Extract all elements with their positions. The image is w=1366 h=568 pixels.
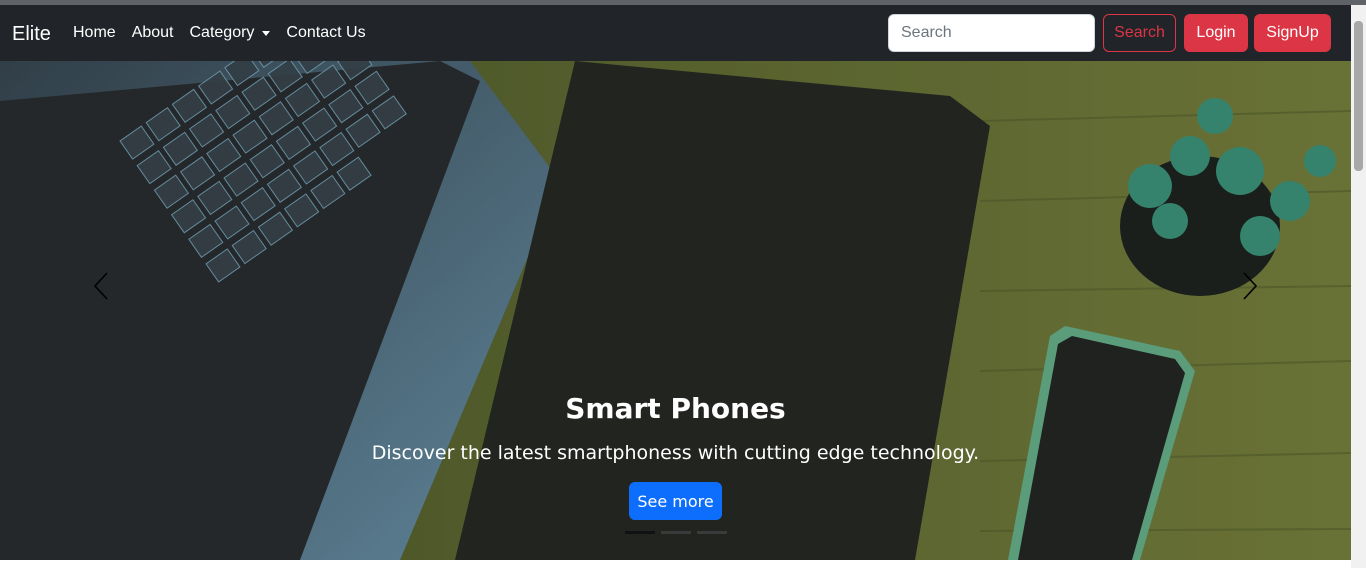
- see-more-button[interactable]: See more: [629, 482, 722, 520]
- chevron-right-icon: [1243, 272, 1258, 300]
- hero-carousel: Smart Phones Discover the latest smartph…: [0, 61, 1351, 560]
- caret-down-icon: [262, 30, 271, 36]
- brand-logo[interactable]: Elite: [12, 21, 51, 47]
- page-content-start: [0, 560, 1351, 568]
- caption-text: Discover the latest smartphoness with cu…: [371, 442, 980, 464]
- caption-title: Smart Phones: [565, 392, 786, 425]
- nav-link-contact[interactable]: Contact Us: [278, 23, 373, 43]
- nav-link-about[interactable]: About: [124, 23, 182, 43]
- nav-link-home[interactable]: Home: [65, 23, 124, 43]
- search-input[interactable]: [888, 14, 1095, 52]
- page-scrollbar[interactable]: [1351, 5, 1366, 568]
- carousel-caption: Smart Phones Discover the latest smartph…: [0, 389, 1351, 467]
- nav-dropdown-category-label: Category: [189, 24, 255, 41]
- nav-dropdown-category[interactable]: Category: [182, 23, 279, 43]
- carousel-indicator-3[interactable]: [697, 531, 727, 534]
- carousel-indicator-1[interactable]: [625, 531, 655, 534]
- carousel-indicator-2[interactable]: [661, 531, 691, 534]
- carousel-next-control[interactable]: [1235, 266, 1265, 306]
- navbar: Elite Home About Category Contact Us Sea…: [0, 5, 1351, 61]
- carousel-prev-control[interactable]: [86, 266, 116, 306]
- signup-button[interactable]: SignUp: [1254, 14, 1331, 52]
- nav-links: Home About Category Contact Us: [65, 23, 374, 43]
- scrollbar-thumb[interactable]: [1354, 21, 1363, 171]
- chevron-left-icon: [93, 272, 108, 300]
- login-button[interactable]: Login: [1184, 14, 1248, 52]
- carousel-indicators: [625, 531, 727, 534]
- search-button[interactable]: Search: [1103, 14, 1176, 52]
